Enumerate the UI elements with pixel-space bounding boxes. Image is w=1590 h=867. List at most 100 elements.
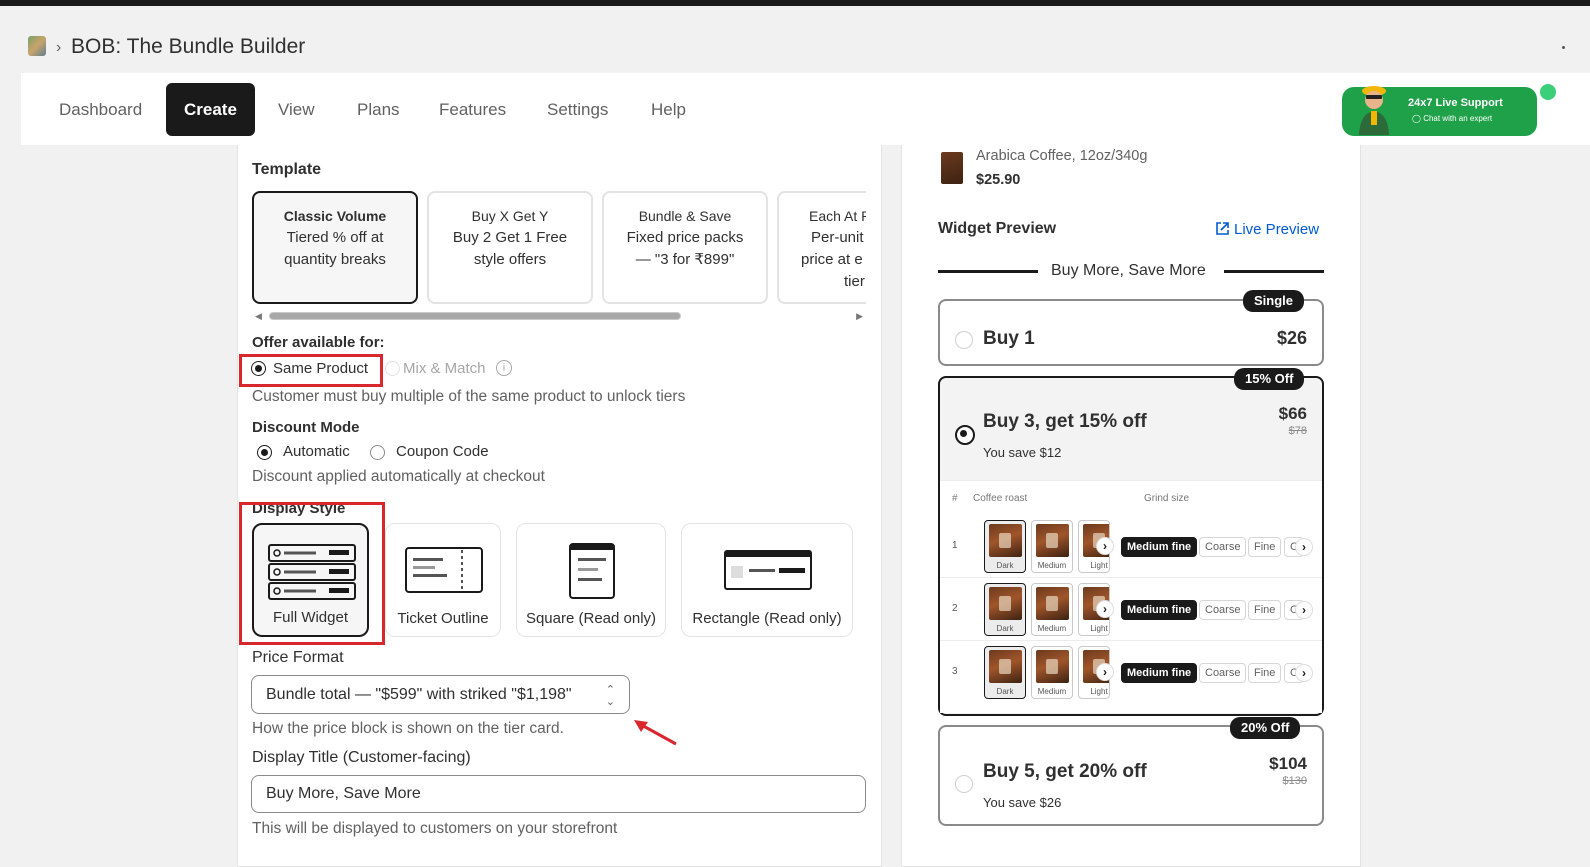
- display-style-caption: Rectangle (Read only): [692, 610, 842, 627]
- more-dot[interactable]: [1562, 46, 1565, 49]
- mix-match-label[interactable]: Mix & Match: [403, 360, 486, 377]
- template-line: Tiered % off at: [286, 229, 384, 246]
- template-card-classic-volume[interactable]: Classic Volume Tiered % off at quantity …: [252, 191, 418, 304]
- display-title-input[interactable]: Buy More, Save More: [251, 775, 866, 813]
- grind-chip-medium-fine[interactable]: Medium fine: [1121, 663, 1198, 683]
- grind-chip-coarse[interactable]: Coarse: [1199, 663, 1247, 683]
- automatic-label[interactable]: Automatic: [283, 443, 350, 460]
- widget-heading: Buy More, Save More: [1051, 262, 1206, 279]
- offer-available-label: Offer available for:: [252, 334, 385, 351]
- template-card-bundle-save[interactable]: Bundle & Save Fixed price packs — "3 for…: [602, 191, 768, 304]
- online-status-dot: [1540, 84, 1556, 100]
- discount-help-text: Discount applied automatically at checko…: [252, 468, 545, 485]
- live-preview-text: Live Preview: [1234, 221, 1320, 238]
- tier-radio[interactable]: [955, 331, 973, 349]
- template-line: Fixed price packs: [626, 229, 744, 246]
- live-support-button[interactable]: 24x7 Live Support ◯ Chat with an expert: [1342, 86, 1537, 136]
- roast-option-dark[interactable]: Dark: [984, 520, 1026, 573]
- display-title-value: Buy More, Save More: [266, 785, 421, 802]
- grind-chip-coarse[interactable]: Coarse: [1199, 600, 1247, 620]
- grind-chip-medium-fine[interactable]: Medium fine: [1121, 537, 1198, 557]
- template-card-each-at-price[interactable]: Each At P Per-unit price at e tier: [777, 191, 866, 304]
- chat-icon: ◯: [1412, 114, 1421, 123]
- grind-chip-fine[interactable]: Fine: [1248, 600, 1282, 620]
- scroll-right-icon[interactable]: ▶: [856, 311, 863, 322]
- display-style-ticket-outline[interactable]: Ticket Outline: [385, 523, 501, 637]
- variant-table: # Coffee roast Grind size 1 Dark Medium …: [940, 480, 1322, 713]
- display-style-square[interactable]: Square (Read only): [516, 523, 666, 637]
- info-icon[interactable]: i: [496, 360, 512, 376]
- offer-help-text: Customer must buy multiple of the same p…: [252, 388, 686, 405]
- roast-name: Medium: [1037, 687, 1067, 696]
- row-index: 1: [952, 540, 958, 551]
- tab-dashboard[interactable]: Dashboard: [41, 83, 160, 136]
- tier-radio[interactable]: [955, 775, 973, 793]
- tab-view[interactable]: View: [260, 83, 333, 136]
- template-card-buy-x-get-y[interactable]: Buy X Get Y Buy 2 Get 1 Free style offer…: [427, 191, 593, 304]
- roast-option-dark[interactable]: Dark: [984, 646, 1026, 699]
- app-title: BOB: The Bundle Builder: [71, 35, 306, 58]
- mix-match-radio[interactable]: [385, 361, 400, 376]
- roast-name: Light: [1090, 687, 1108, 696]
- select-chevron-icon: ⌃ ⌄: [605, 684, 615, 708]
- template-line: Buy 2 Get 1 Free: [452, 229, 568, 246]
- external-link-icon: [1216, 222, 1229, 235]
- template-title: Bundle & Save: [638, 208, 732, 224]
- tier-compare-price: $78: [1288, 425, 1307, 437]
- tier-title: Buy 3, get 15% off: [983, 411, 1147, 432]
- tier-radio[interactable]: [955, 425, 975, 445]
- automatic-radio[interactable]: [257, 445, 272, 460]
- red-arrow-annotation: [634, 720, 677, 746]
- roast-next-icon[interactable]: ›: [1096, 663, 1114, 681]
- tab-settings[interactable]: Settings: [529, 83, 626, 136]
- tab-help[interactable]: Help: [633, 83, 704, 136]
- roast-name: Medium: [1037, 561, 1067, 570]
- grind-next-icon[interactable]: ›: [1295, 664, 1313, 682]
- support-subtitle: ◯ Chat with an expert: [1412, 114, 1492, 123]
- highlight-box-offer: [239, 354, 383, 387]
- template-scrollbar[interactable]: ◀ ▶: [252, 309, 866, 323]
- grind-chip-medium-fine[interactable]: Medium fine: [1121, 600, 1198, 620]
- display-style-rectangle[interactable]: Rectangle (Read only): [681, 523, 853, 637]
- template-line: price at e: [801, 251, 863, 268]
- grind-next-icon[interactable]: ›: [1295, 538, 1313, 556]
- tab-plans[interactable]: Plans: [339, 83, 418, 136]
- grind-chip-fine[interactable]: Fine: [1248, 537, 1282, 557]
- roast-option-medium[interactable]: Medium: [1031, 646, 1073, 699]
- roast-name: Light: [1090, 624, 1108, 633]
- tier-price: $104: [1269, 754, 1307, 773]
- product-name: Arabica Coffee, 12oz/340g: [976, 148, 1148, 164]
- live-preview-link[interactable]: Live Preview: [1215, 221, 1319, 238]
- scrollbar-thumb[interactable]: [269, 312, 681, 320]
- template-line: style offers: [473, 251, 547, 268]
- template-line: tier: [844, 273, 865, 290]
- price-format-select[interactable]: Bundle total — "$599" with striked "$1,1…: [251, 675, 630, 714]
- tier-savings: You save $26: [983, 795, 1062, 810]
- roast-option-dark[interactable]: Dark: [984, 583, 1026, 636]
- grind-chip-coarse[interactable]: Coarse: [1199, 537, 1247, 557]
- tier-badge: Single: [1243, 290, 1305, 312]
- roast-option-medium[interactable]: Medium: [1031, 583, 1073, 636]
- coupon-code-label[interactable]: Coupon Code: [396, 443, 489, 460]
- tier-title: Buy 5, get 20% off: [983, 761, 1147, 782]
- discount-mode-label: Discount Mode: [252, 419, 360, 436]
- row-index: 3: [952, 666, 958, 677]
- widget-preview-label: Widget Preview: [938, 220, 1057, 237]
- variant-row: 1 Dark Medium Light › Medium fine Coarse…: [940, 515, 1322, 578]
- roast-name: Dark: [996, 687, 1014, 696]
- title-bar: › BOB: The Bundle Builder: [0, 6, 1590, 73]
- col-hash: #: [952, 493, 958, 504]
- display-style-caption: Square (Read only): [525, 610, 657, 627]
- coupon-code-radio[interactable]: [370, 445, 385, 460]
- roast-option-medium[interactable]: Medium: [1031, 520, 1073, 573]
- roast-next-icon[interactable]: ›: [1096, 537, 1114, 555]
- grind-chip-fine[interactable]: Fine: [1248, 663, 1282, 683]
- scroll-left-icon[interactable]: ◀: [255, 311, 262, 322]
- roast-next-icon[interactable]: ›: [1096, 600, 1114, 618]
- template-carousel: Classic Volume Tiered % off at quantity …: [252, 190, 866, 306]
- grind-next-icon[interactable]: ›: [1295, 601, 1313, 619]
- price-format-help: How the price block is shown on the tier…: [252, 720, 564, 737]
- tab-create[interactable]: Create: [166, 83, 255, 136]
- tier-card-20-off[interactable]: Buy 5, get 20% off You save $26 $104 $13…: [938, 725, 1324, 826]
- tab-features[interactable]: Features: [421, 83, 524, 136]
